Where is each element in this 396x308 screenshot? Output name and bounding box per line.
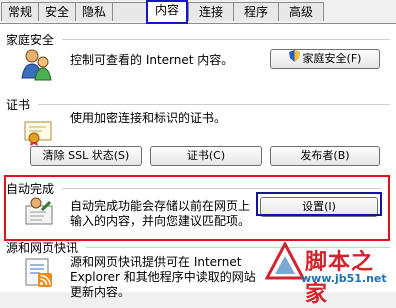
feeds-icon — [24, 257, 54, 290]
tab-general[interactable]: 常规 — [1, 2, 39, 21]
feeds-description-1: 源和网页快讯提供可在 Internet — [70, 255, 242, 269]
tab-connections[interactable]: 连接 — [188, 2, 234, 21]
tab-advanced[interactable]: 高级 — [278, 2, 324, 21]
watermark-url: www.jb51.net — [301, 272, 387, 285]
certificates-title: 证书 — [6, 98, 31, 112]
feeds-description-2: Explorer 和其他程序中读取的网站 — [70, 270, 256, 284]
family-users-icon — [20, 48, 52, 85]
family-safety-title: 家庭安全 — [6, 33, 55, 47]
family-safety-description: 控制可查看的 Internet 内容。 — [70, 53, 234, 67]
clear-ssl-button[interactable]: 清除 SSL 状态(S) — [30, 146, 142, 166]
tab-programs[interactable]: 程序 — [233, 2, 279, 21]
tab-privacy[interactable]: 隐私 — [75, 2, 113, 21]
family-safety-divider — [62, 39, 390, 40]
certificates-description: 使用加密连接和标识的证书。 — [70, 111, 227, 125]
settings-highlight-box — [256, 192, 382, 216]
certificate-icon — [24, 120, 52, 149]
tab-privacy-filler — [112, 2, 147, 21]
tab-security[interactable]: 安全 — [38, 2, 76, 21]
uac-shield-icon — [288, 50, 300, 68]
feeds-description-3: 更新内容。 — [70, 285, 131, 299]
active-tab-highlight — [146, 0, 188, 24]
site-watermark: 脚本之家 www.jb51.net — [265, 242, 395, 307]
tab-strip: 常规 安全 隐私 内容 连接 程序 高级 — [0, 0, 396, 24]
publishers-button[interactable]: 发布者(B) — [270, 146, 380, 166]
certificates-button[interactable]: 证书(C) — [150, 146, 262, 166]
watermark-logo-icon — [265, 242, 305, 280]
feeds-title: 源和网页快讯 — [6, 241, 79, 255]
certificates-divider — [38, 104, 390, 105]
family-safety-button[interactable]: 家庭安全(F) — [270, 49, 380, 69]
family-safety-button-label: 家庭安全(F) — [302, 52, 362, 65]
